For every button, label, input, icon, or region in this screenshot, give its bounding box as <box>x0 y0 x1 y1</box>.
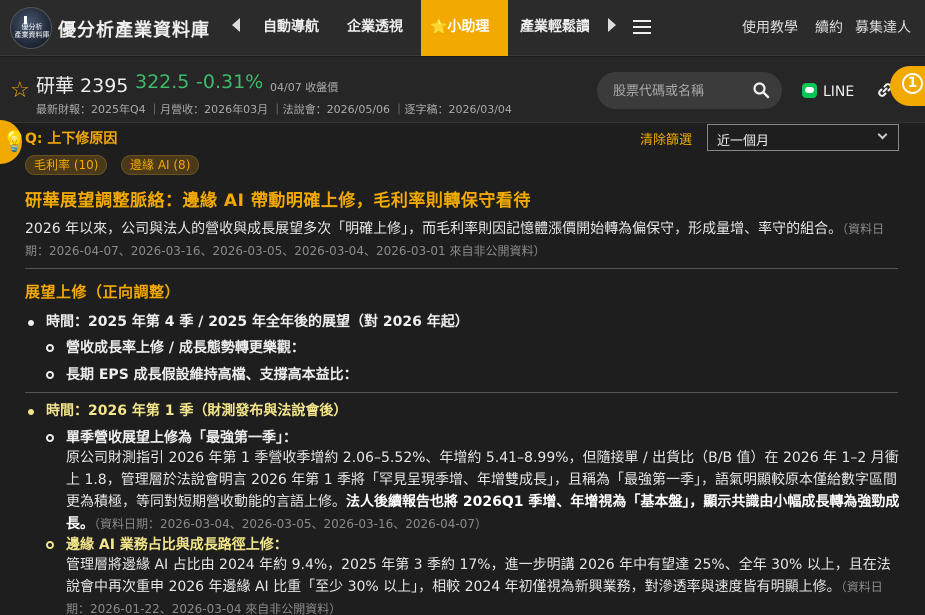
strongest-q1-detail: 原公司財測指引 2026 年第 1 季營收季增約 2.06–5.52%、年增約 … <box>66 447 904 535</box>
article-title: 研華展望調整脈絡：邊緣 AI 帶動明確上修，毛利率則轉保守看待 <box>25 191 531 211</box>
bullet-period-2025q4: 時間：2025 年第 4 季 / 2025 年全年後的展望（對 2026 年起） <box>46 314 469 330</box>
main-content: Q: 上下修原因 清除篩選 近一個月 毛利率 (10) 邊緣 AI (8) 研華… <box>0 124 925 615</box>
bullet-circle <box>46 541 54 549</box>
logo-text: 優分析 產業資料庫 <box>14 23 50 39</box>
divider <box>25 268 898 269</box>
notification-button[interactable]: 1 <box>890 66 925 106</box>
bullet-circle <box>46 344 54 352</box>
edge-ai-detail: 管理層將邊緣 AI 占比由 2024 年約 9.4%，2025 年第 3 季約 … <box>66 554 904 615</box>
line-share-button[interactable]: LINE <box>802 83 854 100</box>
line-icon <box>802 83 817 98</box>
sub-bullet-eps-growth: 長期 EPS 成長假設維持高檔、支撐高本益比： <box>66 367 358 383</box>
search-icon[interactable] <box>752 81 770 99</box>
article-intro: 2026 年以來，公司與法人的營收與成長展望多次「明確上修」，而毛利率則因記憶體… <box>25 218 905 262</box>
logo[interactable]: 優分析 產業資料庫 <box>10 7 52 49</box>
menu-icon[interactable] <box>633 20 651 34</box>
tab-company-insight[interactable]: 企業透視 <box>338 0 412 56</box>
nav-next-icon[interactable] <box>608 18 616 32</box>
detail-source: （資料日期：2026-03-04、2026-03-05、2026-03-16、2… <box>94 517 487 531</box>
close-date: 04/07 收盤價 <box>270 81 339 94</box>
tab-assistant[interactable]: ⭐小助理 <box>421 0 508 56</box>
lightbulb-icon: 💡 <box>2 129 27 153</box>
question-label: Q: 上下修原因 <box>25 131 118 147</box>
chevron-down-icon <box>877 129 888 140</box>
tutorial-link[interactable]: 使用教學 <box>742 17 798 37</box>
tab-industry-reading[interactable]: 產業輕鬆讀 <box>511 0 589 56</box>
brand-title[interactable]: 優分析產業資料庫 <box>58 16 210 42</box>
bullet-circle <box>46 371 54 379</box>
stock-header: ☆ 研華 2395 322.5 -0.31% 04/07 收盤價 最新財報：20… <box>0 57 925 123</box>
favorite-star-icon[interactable]: ☆ <box>10 80 30 102</box>
search-input[interactable] <box>613 81 743 101</box>
search-box <box>597 72 782 109</box>
sub-bullet-revenue-growth: 營收成長率上修 / 成長態勢轉更樂觀： <box>66 340 305 356</box>
bullet-period-2026q1: 時間：2026 年第 1 季（財測發布與法說會後） <box>46 403 348 419</box>
stock-change: -0.31% <box>196 71 264 93</box>
stock-price: 322.5 <box>135 71 190 93</box>
notification-count: 1 <box>902 73 923 94</box>
bullet-circle <box>46 434 54 442</box>
report-meta: 最新財報：2025年Q4 ｜月營收：2026年03月 ｜法說會：2026/05/… <box>36 103 512 116</box>
stock-name: 研華 2395 <box>36 75 129 97</box>
renew-link[interactable]: 續約 <box>815 17 843 37</box>
intro-text: 2026 年以來，公司與法人的營收與成長展望多次「明確上修」，而毛利率則因記憶體… <box>25 221 843 237</box>
section-title: 展望上修（正向調整） <box>25 283 181 301</box>
recruit-link[interactable]: 募集達人 <box>855 17 911 37</box>
divider <box>25 392 898 393</box>
sub-bullet-edge-ai: 邊緣 AI 業務占比與成長路徑上修： <box>66 537 288 553</box>
tab-auto-nav[interactable]: 自動導航 <box>254 0 328 56</box>
top-navbar: 優分析 產業資料庫 優分析產業資料庫 自動導航 企業透視 ⭐小助理 產業輕鬆讀 … <box>0 0 925 56</box>
clear-filter-button[interactable]: 清除篩選 <box>640 129 692 148</box>
filter-chip-gross-margin[interactable]: 毛利率 (10) <box>25 155 108 175</box>
period-select[interactable]: 近一個月 <box>707 124 899 151</box>
bullet-dot <box>28 320 34 326</box>
period-selected: 近一個月 <box>717 134 770 149</box>
nav-prev-icon[interactable] <box>232 18 240 32</box>
bullet-dot <box>28 409 34 415</box>
filter-chip-edge-ai[interactable]: 邊緣 AI (8) <box>121 155 200 175</box>
line-label: LINE <box>823 84 855 100</box>
detail-text: 管理層將邊緣 AI 占比由 2024 年約 9.4%，2025 年第 3 季約 … <box>66 557 891 595</box>
sub-bullet-strongest-q1: 單季營收展望上修為「最強第一季」： <box>66 430 297 446</box>
